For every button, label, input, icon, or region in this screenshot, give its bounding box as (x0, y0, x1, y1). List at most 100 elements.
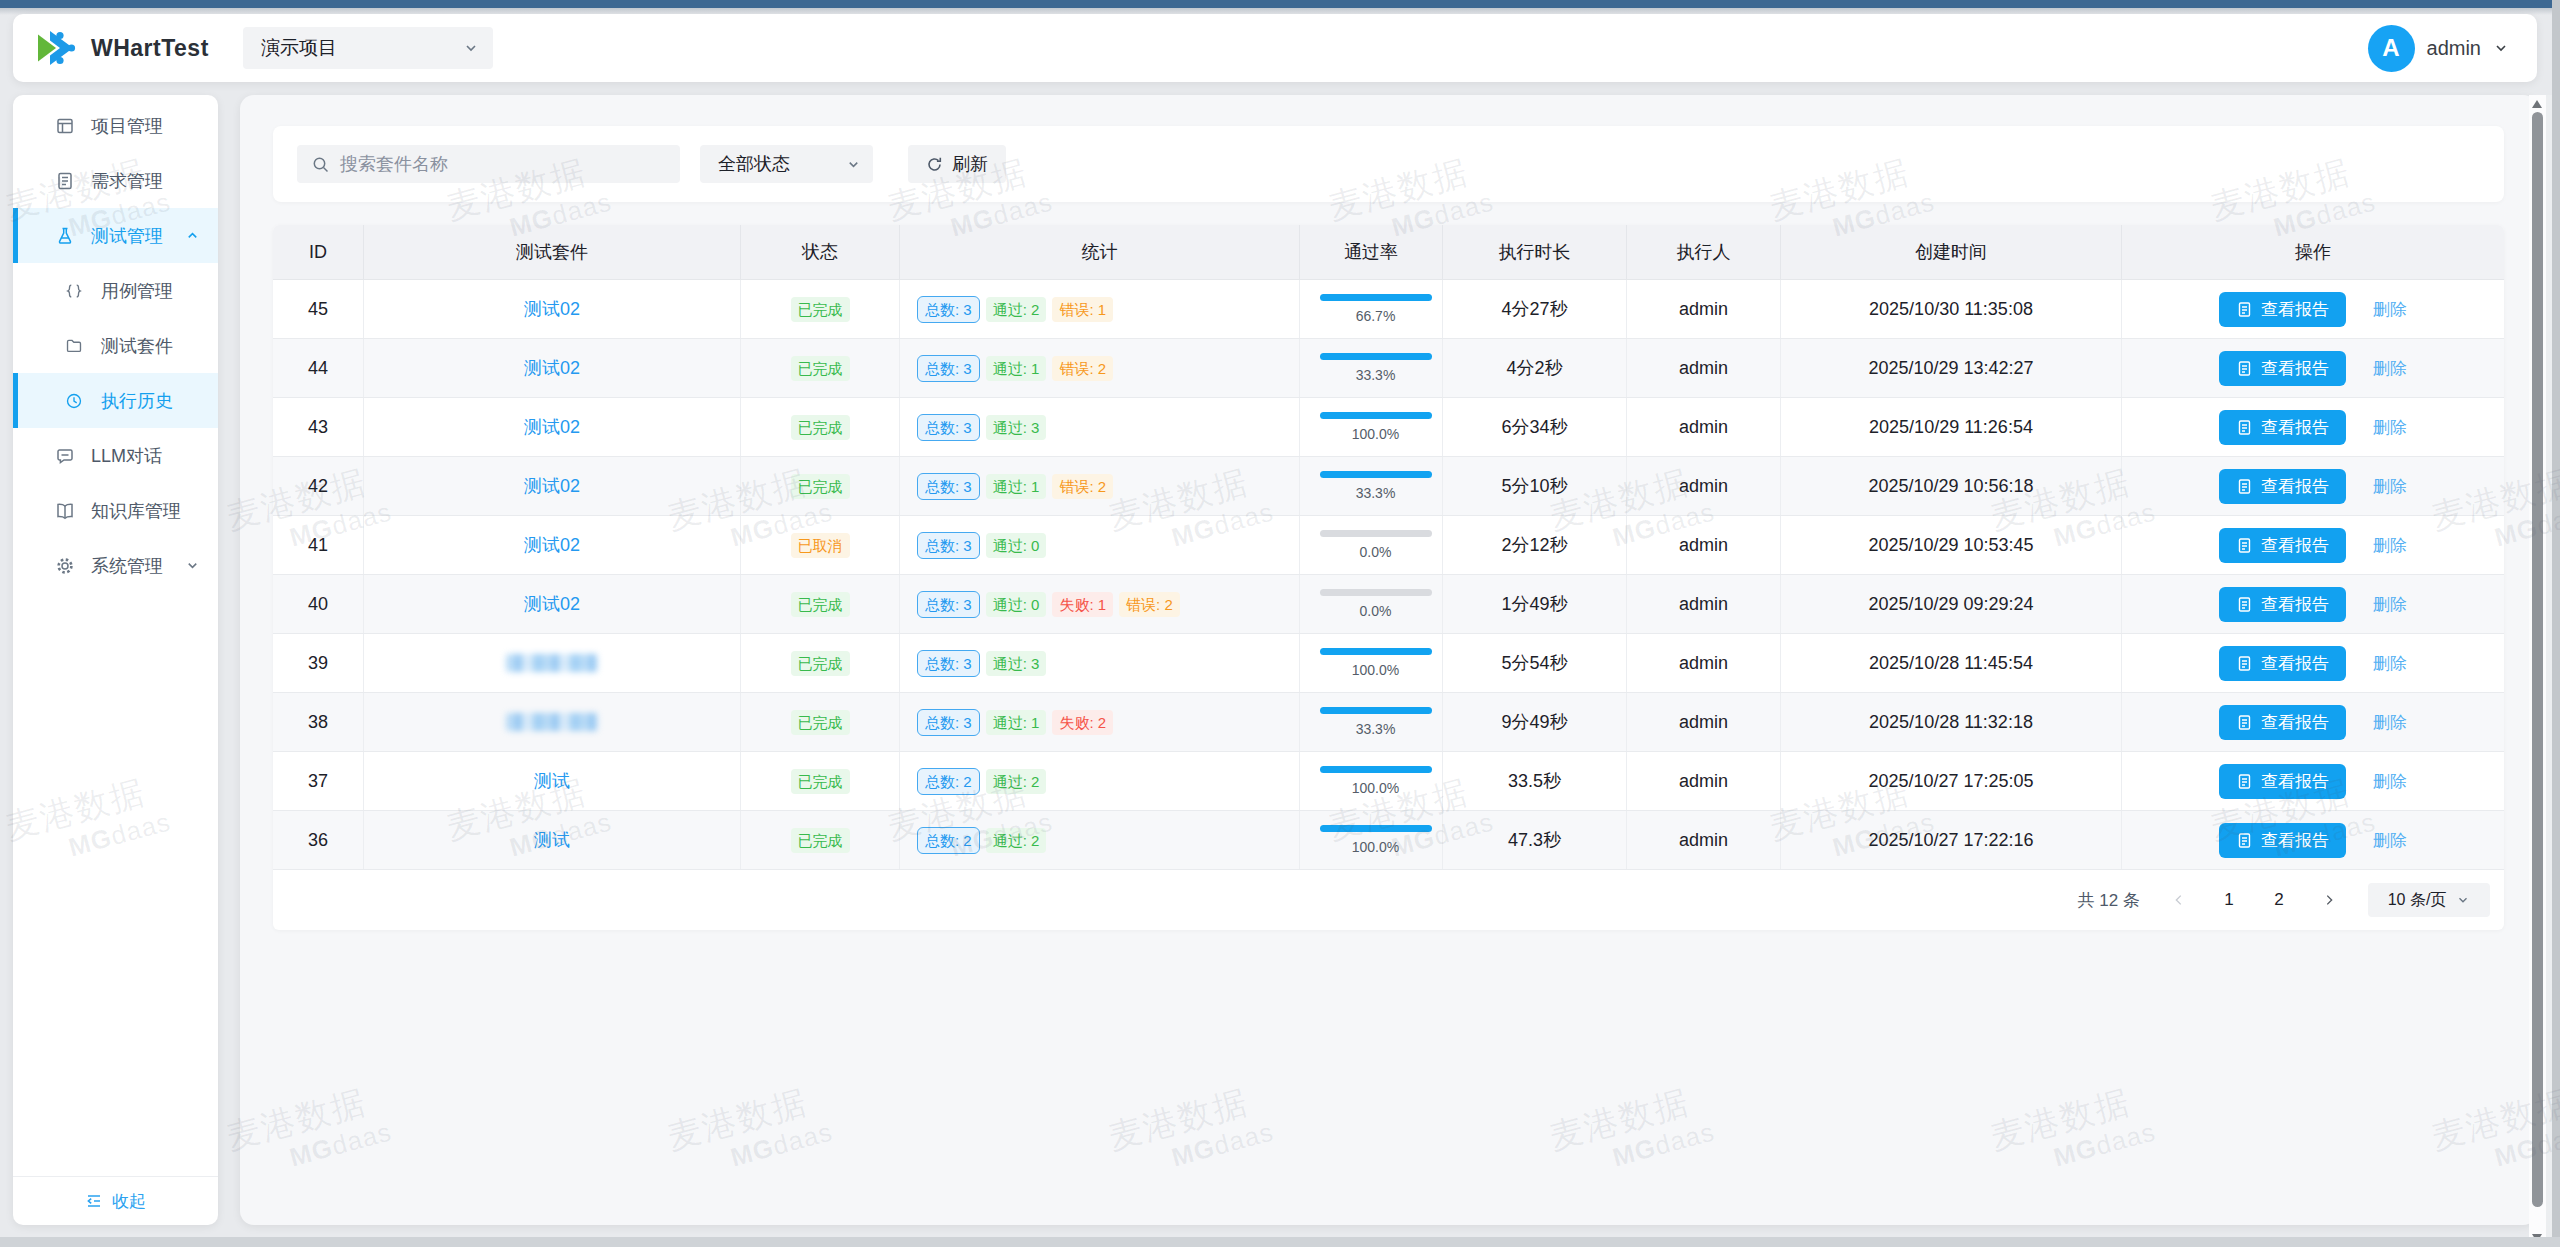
delete-link[interactable]: 删除 (2373, 416, 2407, 439)
column-header: 执行人 (1627, 225, 1781, 279)
pass-rate-value: 100.0% (1320, 780, 1432, 796)
username: admin (2427, 37, 2481, 60)
stat-badge-pass: 通过: 3 (986, 415, 1047, 440)
app-title: WHartTest (91, 35, 209, 62)
column-header: 测试套件 (364, 225, 741, 279)
view-report-button[interactable]: 查看报告 (2219, 292, 2346, 327)
cell-stats: 总数: 3通过: 1错误: 2 (900, 339, 1300, 397)
cell-executor: admin (1627, 634, 1781, 692)
chevron-down-icon (463, 40, 479, 56)
report-icon (2236, 714, 2253, 731)
page-button-1[interactable]: 1 (2204, 890, 2254, 910)
sidebar-item-book[interactable]: 知识库管理 (13, 483, 218, 538)
sidebar-item-flask[interactable]: 测试管理 (13, 208, 218, 263)
folder-icon (65, 337, 83, 355)
next-page-button[interactable] (2304, 893, 2354, 907)
cell-actions: 查看报告 删除 (2122, 398, 2504, 456)
cell-stats: 总数: 3通过: 3 (900, 634, 1300, 692)
cell-actions: 查看报告 删除 (2122, 516, 2504, 574)
view-report-button[interactable]: 查看报告 (2219, 823, 2346, 858)
view-report-button[interactable]: 查看报告 (2219, 764, 2346, 799)
collapse-label: 收起 (112, 1190, 146, 1213)
cell-created: 2025/10/28 11:32:18 (1781, 693, 2122, 751)
status-filter-value: 全部状态 (718, 152, 790, 176)
suite-link[interactable]: 测试 (534, 828, 570, 852)
view-report-button[interactable]: 查看报告 (2219, 469, 2346, 504)
view-report-button[interactable]: 查看报告 (2219, 351, 2346, 386)
prev-page-button[interactable] (2154, 893, 2204, 907)
suite-link[interactable]: 测试02 (524, 592, 580, 616)
cell-executor: admin (1627, 339, 1781, 397)
delete-link[interactable]: 删除 (2373, 711, 2407, 734)
view-report-button[interactable]: 查看报告 (2219, 528, 2346, 563)
page-button-2[interactable]: 2 (2254, 890, 2304, 910)
chevron-down-icon (846, 157, 861, 172)
scrollbar-thumb[interactable] (2532, 112, 2543, 1207)
cell-duration: 33.5秒 (1443, 752, 1627, 810)
table-row: 43测试02已完成总数: 3通过: 3100.0%6分34秒admin2025/… (273, 398, 2504, 457)
refresh-button[interactable]: 刷新 (908, 145, 1006, 183)
cell-actions: 查看报告 删除 (2122, 280, 2504, 338)
sidebar-item-gear[interactable]: 系统管理 (13, 538, 218, 593)
cell-id: 41 (273, 516, 364, 574)
report-icon (2236, 478, 2253, 495)
suite-link[interactable]: 测试02 (524, 415, 580, 439)
cell-executor: admin (1627, 280, 1781, 338)
sidebar-item-folder[interactable]: 测试套件 (13, 318, 218, 373)
cell-suite: 测试02 (364, 398, 741, 456)
collapse-sidebar-button[interactable]: 收起 (85, 1190, 146, 1213)
sidebar-item-braces[interactable]: 用例管理 (13, 263, 218, 318)
cell-duration: 47.3秒 (1443, 811, 1627, 869)
view-report-button[interactable]: 查看报告 (2219, 587, 2346, 622)
view-report-button[interactable]: 查看报告 (2219, 410, 2346, 445)
sidebar-footer: 收起 (13, 1176, 218, 1225)
delete-link[interactable]: 删除 (2373, 534, 2407, 557)
cell-stats: 总数: 3通过: 1错误: 2 (900, 457, 1300, 515)
project-select[interactable]: 演示项目 (243, 27, 493, 69)
delete-link[interactable]: 删除 (2373, 357, 2407, 380)
delete-link[interactable]: 删除 (2373, 475, 2407, 498)
sidebar-item-projects[interactable]: 项目管理 (13, 98, 218, 153)
suite-link[interactable]: 测试02 (524, 533, 580, 557)
app-header: WHartTest 演示项目 A admin (13, 14, 2537, 82)
delete-link[interactable]: 删除 (2373, 770, 2407, 793)
cell-id: 43 (273, 398, 364, 456)
search-input[interactable]: 搜索套件名称 (297, 145, 680, 183)
cell-status: 已取消 (741, 516, 900, 574)
delete-link[interactable]: 删除 (2373, 593, 2407, 616)
cell-duration: 1分49秒 (1443, 575, 1627, 633)
stat-badge-total: 总数: 3 (917, 591, 980, 618)
pass-rate-bar (1320, 707, 1432, 714)
column-header: 统计 (900, 225, 1300, 279)
pass-rate-bar (1320, 589, 1432, 596)
pass-rate-value: 100.0% (1320, 662, 1432, 678)
scrollbar[interactable] (2529, 95, 2546, 1247)
sidebar-item-requirements[interactable]: 需求管理 (13, 153, 218, 208)
status-badge: 已完成 (791, 651, 850, 676)
delete-link[interactable]: 删除 (2373, 652, 2407, 675)
cell-rate: 100.0% (1300, 811, 1443, 869)
braces-icon (65, 282, 83, 300)
status-filter-select[interactable]: 全部状态 (700, 145, 873, 183)
delete-link[interactable]: 删除 (2373, 829, 2407, 852)
suite-link[interactable]: 测试02 (524, 356, 580, 380)
scrollbar-up-arrow[interactable] (2532, 100, 2542, 108)
cell-stats: 总数: 3通过: 3 (900, 398, 1300, 456)
sidebar-item-label: 测试套件 (101, 334, 173, 358)
sidebar-item-clock[interactable]: 执行历史 (13, 373, 218, 428)
view-report-button[interactable]: 查看报告 (2219, 646, 2346, 681)
suite-link[interactable]: 测试 (534, 769, 570, 793)
project-select-value: 演示项目 (261, 35, 337, 61)
cell-id: 36 (273, 811, 364, 869)
redacted-suite-name (506, 654, 598, 672)
cell-status: 已完成 (741, 339, 900, 397)
user-menu[interactable]: A admin (2368, 25, 2537, 72)
chat-icon (55, 446, 75, 466)
suite-link[interactable]: 测试02 (524, 474, 580, 498)
sidebar-item-chat[interactable]: LLM对话 (13, 428, 218, 483)
page-size-select[interactable]: 10 条/页 (2368, 883, 2490, 917)
view-report-button[interactable]: 查看报告 (2219, 705, 2346, 740)
delete-link[interactable]: 删除 (2373, 298, 2407, 321)
status-badge: 已完成 (791, 592, 850, 617)
suite-link[interactable]: 测试02 (524, 297, 580, 321)
